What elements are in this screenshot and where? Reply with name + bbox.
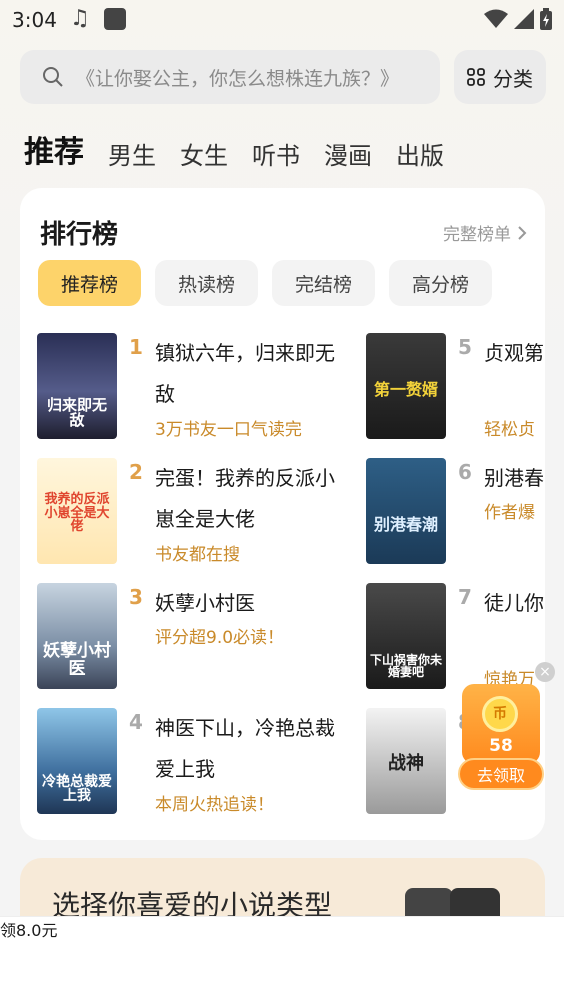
book-rank: 4 [129,710,143,734]
book-cover: 归来即无敌 [37,333,117,439]
full-ranking-link[interactable]: 完整榜单 [443,220,527,245]
list-item[interactable]: 第一赘婿 5 贞观第二求我 轻松贞 [366,333,545,443]
book-tag: 书友都在搜 [155,545,240,565]
status-time: 3:04 [12,8,57,32]
tab-audiobook[interactable]: 听书 [252,144,300,168]
list-item[interactable]: 下山祸害你未婚妻吧 7 徒儿你山祸害 惊艳万 [366,583,545,693]
wifi-icon [484,9,508,28]
book-title: 完蛋！我养的反派小崽全是大佬 [155,466,335,531]
book-cover-text: 妖孽小村医 [43,641,111,680]
book-cover: 我养的反派小崽全是大佬 [37,458,117,564]
search-icon [43,67,63,87]
book-cover: 冷艳总裁爱上我 [37,708,117,814]
status-bar: 3:04 ♫ [0,0,564,40]
search-placeholder: 《让你娶公主，你怎么想株连九族？》 [76,67,400,90]
ranking-title: 排行榜 [40,220,119,250]
category-button[interactable]: 分类 [454,50,546,104]
book-rank: 3 [129,585,143,609]
tab-female[interactable]: 女生 [180,144,228,168]
search-bar[interactable]: 《让你娶公主，你怎么想株连九族？》 [20,50,440,104]
book-rank: 7 [458,585,472,609]
book-tag: 轻松贞 [484,420,535,440]
book-tag: 本周火热追读！ [155,795,274,815]
book-rank: 5 [458,335,472,359]
tab-publish[interactable]: 出版 [396,144,444,168]
list-item[interactable]: 冷艳总裁爱上我 4 神医下山，冷艳总裁爱上我 本周火热追读！ [37,708,357,818]
book-rank: 2 [129,460,143,484]
channel-tabs: 推荐 男生 女生 听书 漫画 出版 [24,124,444,169]
book-cover: 战神 [366,708,446,814]
coin-icon: 币 [482,696,518,732]
list-item[interactable]: 别港春潮 6 别港春 作者爆 [366,458,545,568]
tab-finished-ranking[interactable]: 完结榜 [272,260,375,306]
chevron-right-icon [518,225,527,240]
book-cover-text: 别港春潮 [373,515,438,535]
book-tag: 评分超9.0必读！ [155,628,285,648]
book-rank: 6 [458,460,472,484]
book-cover-text: 第一赘婿 [373,380,438,400]
book-cover-text: 我养的反派小崽全是大佬 [44,492,110,535]
tab-score-ranking[interactable]: 高分榜 [389,260,492,306]
book-title: 贞观第二求我 [484,341,545,365]
claim-button[interactable]: 去领取 [458,758,544,790]
list-item[interactable]: 妖孽小村医 3 妖孽小村医 评分超9.0必读！ [37,583,357,693]
book-cover-text: 冷艳总裁爱上我 [42,773,112,805]
notification-icon [104,8,126,30]
book-cover: 下山祸害你未婚妻吧 [366,583,446,689]
book-cover: 第一赘婿 [366,333,446,439]
book-cover-text: 归来即无敌 [46,395,107,430]
book-title: 神医下山，冷艳总裁爱上我 [155,716,335,781]
book-cover-text: 下山祸害你未婚妻吧 [370,652,443,680]
tab-recommend[interactable]: 推荐 [24,138,84,168]
music-icon: ♫ [70,6,90,31]
list-item[interactable]: 我养的反派小崽全是大佬 2 完蛋！我养的反派小崽全是大佬 书友都在搜 [37,458,357,568]
grid-icon [467,68,485,86]
book-title: 别港春 [484,466,544,490]
book-title: 徒儿你山祸害 [484,591,545,615]
book-cover: 别港春潮 [366,458,446,564]
book-title: 妖孽小村医 [155,591,255,615]
category-button-label: 分类 [493,66,533,91]
tab-hot-ranking[interactable]: 热读榜 [155,260,258,306]
battery-icon [540,8,552,30]
welfare-badge: 领8.0元 [0,916,564,1004]
signal-icon [514,9,534,29]
book-cover-text: 战神 [388,753,424,775]
list-item[interactable]: 归来即无敌 1 镇狱六年，归来即无敌 3万书友一口气读完 [37,333,357,443]
status-icons [484,8,552,30]
book-cover: 妖孽小村医 [37,583,117,689]
tab-male[interactable]: 男生 [108,144,156,168]
tab-recommend-ranking[interactable]: 推荐榜 [38,260,141,306]
book-tag: 作者爆 [484,503,535,523]
book-rank: 1 [129,335,143,359]
ranking-tabs: 推荐榜 热读榜 完结榜 高分榜 [38,260,492,306]
book-tag: 3万书友一口气读完 [155,420,302,440]
full-ranking-label: 完整榜单 [443,225,511,245]
welfare-amount: 58 [489,736,513,756]
close-float-button[interactable]: × [535,662,555,682]
tab-comic[interactable]: 漫画 [324,144,372,168]
welfare-float[interactable]: 币 58 [462,684,540,764]
book-title: 镇狱六年，归来即无敌 [155,341,335,406]
